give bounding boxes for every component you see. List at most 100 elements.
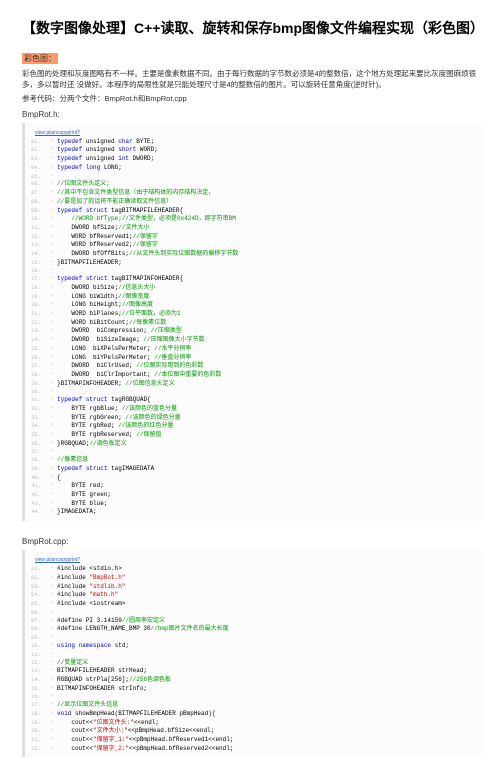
gutter-dot-icon: • — [47, 600, 57, 607]
code-content: DWORD biClrImportant; //本位图中重要的色彩数 — [57, 371, 482, 380]
gutter-dot-icon: • — [47, 189, 57, 196]
code-content: //位图文件头定义; — [57, 180, 482, 189]
line-number: 08. — [25, 198, 47, 206]
code-content: typedef unsigned int DWORD; — [57, 155, 482, 164]
code-content: typedef struct tagBITMAPINFOHEADER{ — [57, 275, 482, 284]
line-number: 15. — [25, 685, 47, 693]
code-line: 15.•BITMAPINFOHEADER strInfo; — [25, 685, 482, 694]
code-line: 03.•#include "stdlib.h" — [25, 583, 482, 592]
code-content: #define PI 3.14159//圆周率宏定义 — [57, 617, 482, 626]
code-line: 10.•using namespace std; — [25, 642, 482, 651]
code-line: 17.•typedef struct tagBITMAPINFOHEADER{ — [25, 275, 482, 284]
code-content: typedef long LONG; — [57, 164, 482, 173]
gutter-dot-icon: • — [47, 380, 57, 387]
line-number: 18. — [25, 710, 47, 718]
code-line: 06.•//位图文件头定义; — [25, 180, 482, 189]
gutter-dot-icon: • — [47, 173, 57, 180]
code-content: }BITMAPINFOHEADER; //位图信息头定义 — [57, 380, 482, 389]
code-content: BYTE rgbReserved; //保留值 — [57, 431, 482, 440]
line-number: 16. — [25, 693, 47, 701]
line-number: 17. — [25, 275, 47, 283]
code-line: 29.•}BITMAPINFOHEADER; //位图信息头定义 — [25, 380, 482, 389]
code-content: //其中不包含文件类型信息（由于结构体的内存结构决定， — [57, 189, 482, 198]
code-content: DWORD biSize;//信息头大小 — [57, 284, 482, 293]
gutter-dot-icon: • — [47, 448, 57, 455]
view-plain-link[interactable]: view plaincopyprint? — [25, 130, 80, 136]
code-content: RGBQUAD strPla[256];//256色调色板 — [57, 676, 482, 685]
code-content: DWORD biCompression; //压缩类型 — [57, 327, 482, 336]
code-line: 44.•}IMAGEDATA; — [25, 508, 482, 517]
gutter-dot-icon: • — [47, 250, 57, 257]
line-number: 13. — [25, 241, 47, 249]
code-line: 25.• LONG biXPelsPerMeter; //水平分辨率 — [25, 345, 482, 354]
line-number: 29. — [25, 380, 47, 388]
line-number: 31. — [25, 396, 47, 404]
line-number: 25. — [25, 345, 47, 353]
code-line: 19.• cout<<"位图文件头:"<<endl; — [25, 719, 482, 728]
code-line: 34.• BYTE rgbRed; //该颜色的红色分量 — [25, 422, 482, 431]
line-number: 11. — [25, 224, 47, 232]
code-content: #include <stdio.h> — [57, 565, 482, 574]
view-plain-link[interactable]: view plaincopyprint? — [25, 557, 80, 563]
line-number: 23. — [25, 327, 47, 335]
code-content: DWORD biSizeImage; //压缩图像大小字节数 — [57, 336, 482, 345]
code-line: 14.• DWORD bfOffBits;//从文件头到实际位图数据的偏移字节数 — [25, 250, 482, 259]
gutter-dot-icon: • — [47, 336, 57, 343]
code-content: BITMAPFILEHEADER strHead; — [57, 667, 482, 676]
code-content: BYTE green; — [57, 491, 482, 500]
code-line: 23.• DWORD biCompression; //压缩类型 — [25, 327, 482, 336]
code-line: 43.• BYTE blue; — [25, 500, 482, 509]
gutter-dot-icon: • — [47, 719, 57, 726]
gutter-dot-icon: • — [47, 138, 57, 145]
code-content: //要是加了的话将不能正确读取文件信息） — [57, 198, 482, 207]
line-number: 09. — [25, 634, 47, 642]
gutter-dot-icon: • — [47, 727, 57, 734]
code-line: 39.•typedef struct tagIMAGEDATA — [25, 465, 482, 474]
gutter-dot-icon: • — [47, 198, 57, 205]
code-line: 07.•#define PI 3.14159//圆周率宏定义 — [25, 617, 482, 626]
line-number: 26. — [25, 354, 47, 362]
code-content: DWORD bfSize;//文件大小 — [57, 224, 482, 233]
code-content: void showBmpHead(BITMAPFILEHEADER pBmpHe… — [57, 710, 482, 719]
line-number: 12. — [25, 659, 47, 667]
code-content: #include <iostream> — [57, 600, 482, 609]
line-number: 19. — [25, 719, 47, 727]
line-number: 40. — [25, 474, 47, 482]
line-number: 02. — [25, 574, 47, 582]
gutter-dot-icon: • — [47, 667, 57, 674]
gutter-dot-icon: • — [47, 146, 57, 153]
line-number: 42. — [25, 491, 47, 499]
code-line: 10.• //WORD bfType;//文件类型，必须是0x424D，即字符串… — [25, 215, 482, 224]
code-line: 07.•//其中不包含文件类型信息（由于结构体的内存结构决定， — [25, 189, 482, 198]
line-number: 43. — [25, 500, 47, 508]
code-content: #include "math.h" — [57, 591, 482, 600]
line-number: 35. — [25, 431, 47, 439]
line-number: 04. — [25, 591, 47, 599]
code-line: 06.• — [25, 609, 482, 617]
code-line: 09.• — [25, 634, 482, 642]
gutter-dot-icon: • — [47, 327, 57, 334]
code-content: #include "stdlib.h" — [57, 583, 482, 592]
code-line: 27.• DWORD biClrUsed; //位图实际用到的色彩数 — [25, 362, 482, 371]
code-line: 05.•#include <iostream> — [25, 600, 482, 609]
code-line: 04.•typedef long LONG; — [25, 164, 482, 173]
code-content: BYTE red; — [57, 482, 482, 491]
line-number: 11. — [25, 651, 47, 659]
code-block-1: view plaincopyprint? 01.•typedef unsigne… — [22, 123, 482, 521]
code-content: cout<<"保留字_1:"<<pBmpHead.bfReserved1<<en… — [57, 736, 482, 745]
code-line: 20.• LONG biHeight;//图像高度 — [25, 301, 482, 310]
gutter-dot-icon: • — [47, 414, 57, 421]
gutter-dot-icon: • — [47, 215, 57, 222]
code-block-2: view plaincopyprint? 01.•#include <stdio… — [22, 550, 482, 757]
gutter-dot-icon: • — [47, 207, 57, 214]
gutter-dot-icon: • — [47, 685, 57, 692]
line-number: 05. — [25, 600, 47, 608]
gutter-dot-icon: • — [47, 362, 57, 369]
code-line: 36.•}RGBQUAD;//调色板定义 — [25, 440, 482, 449]
code-content: DWORD bfOffBits;//从文件头到实际位图数据的偏移字节数 — [57, 250, 482, 259]
line-number: 20. — [25, 727, 47, 735]
gutter-dot-icon: • — [47, 574, 57, 581]
line-number: 18. — [25, 284, 47, 292]
line-number: 36. — [25, 440, 47, 448]
gutter-dot-icon: • — [47, 180, 57, 187]
